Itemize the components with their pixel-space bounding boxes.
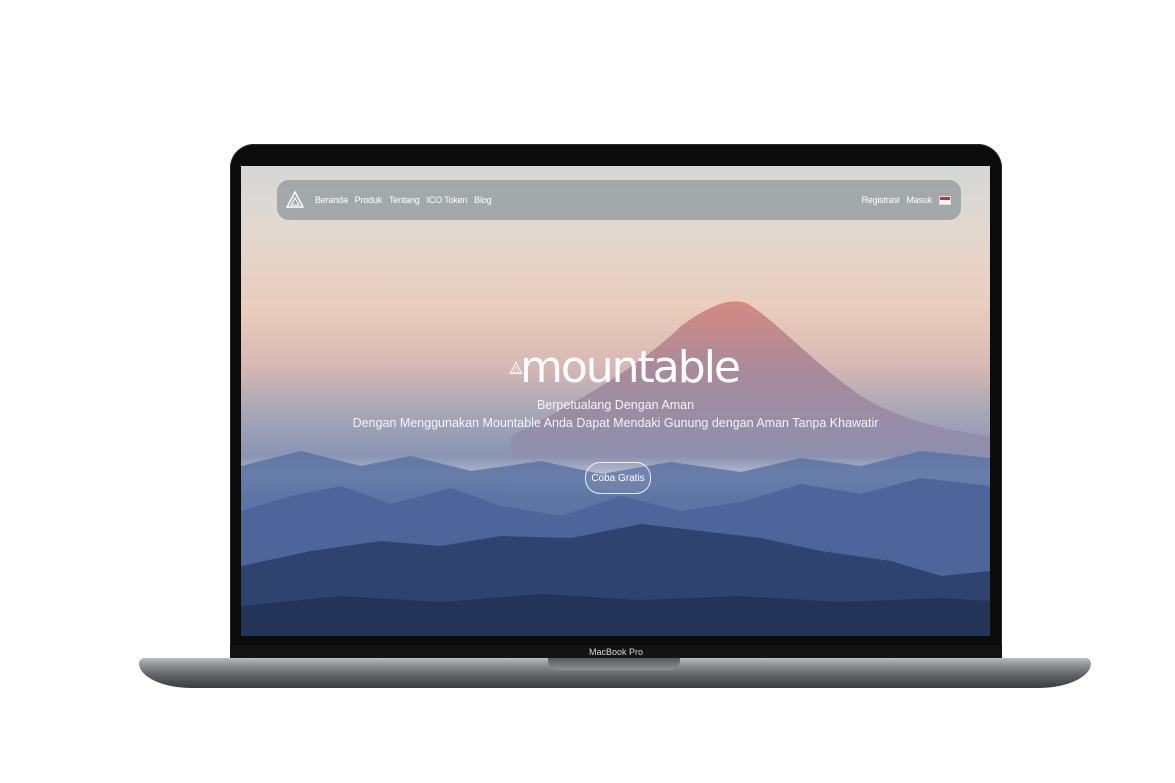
hero-tagline: Berpetualang Dengan Aman <box>536 398 695 412</box>
register-link[interactable]: Registrasi <box>861 195 899 205</box>
nav-link-beranda[interactable]: Beranda <box>315 195 348 205</box>
nav-links: Beranda Produk Tentang ICO Token Blog <box>315 180 492 220</box>
hero-brand: mountable <box>509 342 741 394</box>
nav-link-blog[interactable]: Blog <box>474 195 491 205</box>
try-free-button[interactable]: Coba Gratis <box>585 462 651 494</box>
top-navbar: Beranda Produk Tentang ICO Token Blog Re… <box>277 180 961 220</box>
mountable-logo-icon[interactable] <box>285 190 305 210</box>
laptop-notch <box>548 658 680 670</box>
nav-link-ico-token[interactable]: ICO Token <box>427 195 468 205</box>
hero-subtitle: Dengan Menggunakan Mountable Anda Dapat … <box>352 416 879 430</box>
nav-link-tentang[interactable]: Tentang <box>389 195 420 205</box>
nav-right: Registrasi Masuk <box>861 180 951 220</box>
nav-link-produk[interactable]: Produk <box>355 195 383 205</box>
login-link[interactable]: Masuk <box>906 195 932 205</box>
device-model-label: MacBook Pro <box>588 647 644 657</box>
hero-title: mountable <box>520 342 741 393</box>
macbook-mockup: Beranda Produk Tentang ICO Token Blog Re… <box>0 0 1175 783</box>
laptop-screen: Beranda Produk Tentang ICO Token Blog Re… <box>241 166 990 636</box>
indonesia-flag-icon[interactable] <box>939 195 951 205</box>
